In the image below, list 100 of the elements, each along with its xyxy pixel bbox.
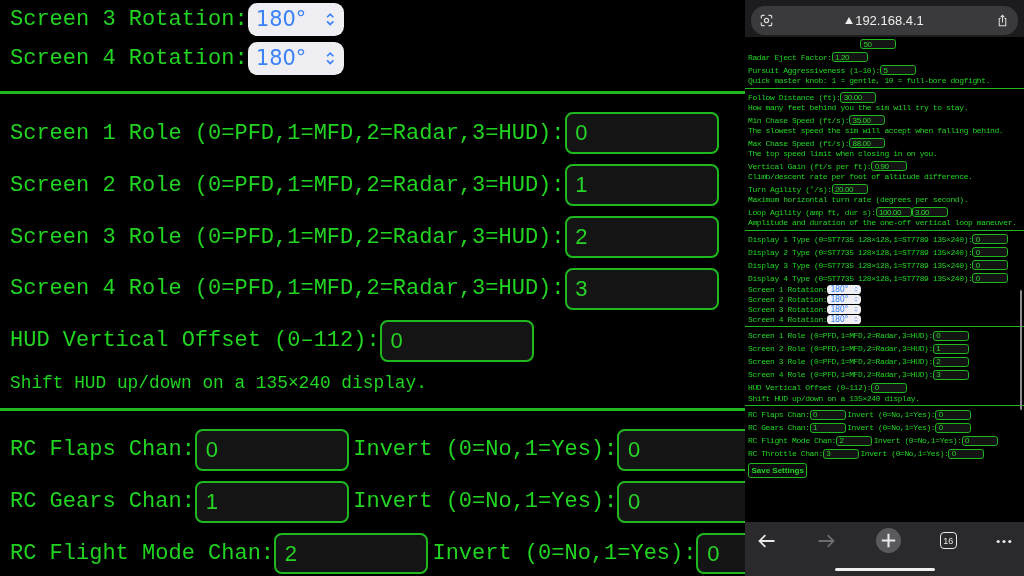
input-field[interactable]: 35.00 <box>849 115 886 126</box>
input-field[interactable]: 0 <box>617 428 745 471</box>
address-bar[interactable]: 192.168.4.1 <box>751 6 1018 35</box>
help-text: The top speed limit when closing in on you. <box>748 150 939 159</box>
chevron-icon <box>853 306 858 313</box>
help-text: Amplitude and duration of the one-off vertical loop maneuver. <box>748 218 1018 228</box>
field-label: Screen 1 Role (0=PFD,1=MFD,2=Radar,3=HUD): <box>10 120 565 146</box>
warning-icon <box>845 17 854 24</box>
field-label: Follow Distance (ft): <box>748 92 841 102</box>
chevron-icon <box>324 50 336 67</box>
input-field[interactable]: 3 <box>932 369 969 380</box>
field-label: Max Chase Speed (ft/s): <box>748 138 850 148</box>
field-label: Invert (0=No,1=Yes): <box>860 449 949 459</box>
field-label: Screen 2 Role (0=PFD,1=MFD,2=Radar,3=HUD): <box>10 172 565 198</box>
field-label: Screen 1 Rotation: <box>748 285 828 294</box>
field-label: Screen 2 Role (0=PFD,1=MFD,2=Radar,3=HUD): <box>748 344 933 354</box>
field-label: HUD Vertical Offset (0–112): <box>748 383 872 393</box>
input-field[interactable]: 0 <box>972 246 1009 258</box>
chevron-icon <box>853 286 858 293</box>
input-field[interactable]: 3 <box>822 448 859 459</box>
input-field[interactable]: 0 <box>972 259 1009 271</box>
field-label: Radar Eject Factor: <box>748 52 832 62</box>
url-text: 192.168.4.1 <box>855 13 924 28</box>
field-label: RC Flight Mode Chan: <box>10 541 275 567</box>
input-field[interactable]: 3 <box>564 268 719 310</box>
help-text: How many feet behind you the sim will try to stay. <box>748 104 970 113</box>
field-label: Invert (0=No,1=Yes): <box>847 423 936 433</box>
field-label: Pursuit Aggressiveness (1–10): <box>748 65 881 75</box>
field-label: Screen 3 Rotation: <box>10 6 248 32</box>
input-field[interactable]: 20.00 <box>831 183 868 195</box>
field-label: RC Flaps Chan: <box>10 437 195 463</box>
field-label: Screen 4 Rotation: <box>10 45 248 71</box>
chevron-icon <box>853 316 858 323</box>
input-field[interactable]: 2 <box>836 435 873 446</box>
save-button[interactable]: Save Settings <box>748 463 808 478</box>
field-label: RC Flight Mode Chan: <box>748 436 837 446</box>
input-field[interactable]: 0 <box>935 409 972 421</box>
field-label: RC Throttle Chan: <box>748 449 823 459</box>
field-label: Screen 3 Rotation: <box>748 305 828 314</box>
field-label: Screen 4 Role (0=PFD,1=MFD,2=Radar,3=HUD): <box>748 370 933 380</box>
field-label: HUD Vertical Offset (0–112): <box>10 328 380 354</box>
input-field[interactable]: 3.00 <box>911 206 948 218</box>
input-field[interactable]: 0 <box>617 480 745 523</box>
input-field[interactable]: 1 <box>932 343 969 355</box>
field-label: Invert (0=No,1=Yes): <box>873 436 962 446</box>
field-label: Invert (0=No,1=Yes): <box>847 410 936 420</box>
field-label: RC Flaps Chan: <box>748 410 810 420</box>
input-field[interactable]: 0 <box>809 409 846 421</box>
add-icon[interactable] <box>875 528 901 553</box>
input-field[interactable]: 0 <box>935 422 972 434</box>
field-label: Min Chase Speed (ft/s): <box>748 115 850 125</box>
input-field[interactable]: 5 <box>880 65 917 76</box>
input-field[interactable]: 100.00 <box>875 206 912 218</box>
chevron-icon <box>324 11 336 28</box>
tabs-button[interactable]: 16 <box>939 532 957 549</box>
field-label: Display 3 Type (0=ST7735 128×128,1=ST7789 135×240): <box>748 260 973 270</box>
input-field[interactable]: 1.20 <box>831 52 868 63</box>
input-field[interactable]: 0.90 <box>871 160 908 172</box>
input-field[interactable]: 0 <box>972 233 1009 245</box>
input-field[interactable]: 1 <box>809 422 846 434</box>
field-label: Screen 3 Role (0=PFD,1=MFD,2=Radar,3=HUD): <box>10 224 565 250</box>
field-label: Screen 3 Role (0=PFD,1=MFD,2=Radar,3=HUD): <box>748 357 933 367</box>
field-label: Display 2 Type (0=ST7735 128×128,1=ST7789 135×240): <box>748 247 973 257</box>
field-label: Display 4 Type (0=ST7735 128×128,1=ST7789 135×240): <box>748 273 973 283</box>
input-field[interactable]: 0 <box>194 428 349 471</box>
field-label: Screen 1 Role (0=PFD,1=MFD,2=Radar,3=HUD): <box>748 331 933 341</box>
help-text: Shift HUD up/down on a 135×240 display. <box>10 373 428 395</box>
input-field[interactable]: 0 <box>972 272 1009 284</box>
input-field[interactable]: 30.00 <box>840 92 877 103</box>
help-text: Maximum horizontal turn rate (degrees per second). <box>748 195 970 205</box>
help-text: Shift HUD up/down on a 135×240 display. <box>748 394 921 404</box>
input-field[interactable]: 88.00 <box>849 138 886 149</box>
input-field[interactable]: 1 <box>194 480 349 523</box>
field-label: RC Gears Chan: <box>748 423 810 433</box>
input-field[interactable]: 1 <box>564 164 719 206</box>
help-text: Quick master knob: 1 = gentle, 10 = full-bore dogfight. <box>748 77 992 86</box>
field-label: Vertical Gain (ft/s per ft): <box>748 161 872 171</box>
input-field[interactable]: 0 <box>932 330 969 342</box>
more-icon[interactable] <box>996 539 1012 544</box>
share-icon[interactable] <box>996 14 1009 27</box>
input-field[interactable]: 2 <box>274 532 429 575</box>
input-field[interactable]: 0 <box>871 382 908 393</box>
input-field[interactable]: 0 <box>961 435 998 446</box>
field-label: Invert (0=No,1=Yes): <box>432 541 697 567</box>
input-field[interactable]: 0 <box>564 112 719 155</box>
chevron-icon <box>853 296 858 303</box>
input-field[interactable]: 0 <box>948 448 985 459</box>
field-label: Screen 2 Rotation: <box>748 295 828 304</box>
field-label: Invert (0=No,1=Yes): <box>353 437 618 463</box>
field-label: Invert (0=No,1=Yes): <box>353 489 618 515</box>
help-text: The slowest speed the sim will accept when falling behind. <box>748 127 1005 136</box>
field-label: Screen 4 Rotation: <box>748 315 828 324</box>
input-field[interactable]: 0 <box>696 532 745 575</box>
field-label: RC Gears Chan: <box>10 489 195 515</box>
scan-icon[interactable] <box>760 14 773 27</box>
input-field[interactable]: 50 <box>860 39 896 50</box>
input-field[interactable]: 0 <box>379 319 534 362</box>
field-label: Turn Agility (°/s): <box>748 184 832 194</box>
input-field[interactable]: 2 <box>932 356 969 368</box>
input-field[interactable]: 2 <box>564 216 719 258</box>
